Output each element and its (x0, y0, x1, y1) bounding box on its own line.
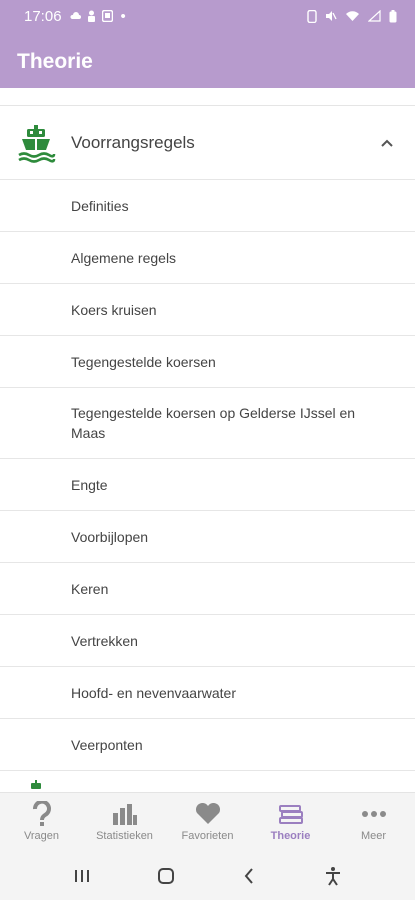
ship-icon (15, 122, 57, 164)
tab-vragen[interactable]: Vragen (0, 793, 83, 852)
bar-chart-icon (112, 801, 138, 827)
tab-statistieken[interactable]: Statistieken (83, 793, 166, 852)
notification-icons (69, 10, 113, 22)
mute-icon (326, 11, 337, 21)
chevron-up-icon[interactable] (367, 133, 407, 153)
next-section-icon-peek (31, 780, 41, 789)
books-icon (278, 801, 304, 827)
wifi-icon (346, 11, 359, 21)
battery-icon (389, 9, 397, 22)
system-nav-bar (0, 852, 415, 900)
vibrate-icon (307, 9, 317, 23)
status-bar: 17:06 • (0, 0, 415, 32)
status-right (307, 9, 397, 23)
list-item[interactable]: Tegengestelde koersen op Gelderse IJssel… (0, 388, 415, 459)
tab-label: Favorieten (181, 830, 234, 842)
list-item[interactable]: Tegengestelde koersen (0, 336, 415, 388)
list-item[interactable]: Veerponten (0, 719, 415, 771)
status-dot: • (120, 7, 126, 25)
section-label: Voorrangsregels (71, 132, 195, 152)
app-header: 17:06 • Theorie (0, 0, 415, 88)
recent-apps-button[interactable] (62, 868, 102, 884)
home-button[interactable] (146, 867, 186, 885)
theory-list[interactable]: Voorrangsregels Definities Algemene rege… (0, 88, 415, 792)
list-item[interactable]: Algemene regels (0, 232, 415, 284)
question-icon (32, 801, 52, 827)
section-items: Definities Algemene regels Koers kruisen… (0, 180, 415, 771)
app-notification-icon (101, 10, 113, 22)
list-item[interactable]: Engte (0, 459, 415, 511)
bottom-tab-bar: Vragen Statistieken Favorieten Theorie M… (0, 792, 415, 852)
tab-label: Vragen (23, 830, 60, 842)
list-item[interactable]: Keren (0, 563, 415, 615)
status-left: 17:06 • (24, 8, 126, 25)
heart-icon (195, 801, 221, 827)
tab-favorieten[interactable]: Favorieten (166, 793, 249, 852)
tab-label: Theorie (270, 830, 311, 842)
accessibility-button[interactable] (313, 866, 353, 886)
tab-meer[interactable]: Meer (332, 793, 415, 852)
tab-theorie[interactable]: Theorie (249, 793, 332, 852)
signal-icon (368, 10, 381, 22)
back-button[interactable] (229, 867, 269, 885)
tab-label: Meer (360, 830, 387, 842)
cloud-icon (69, 12, 81, 19)
tab-label: Statistieken (96, 830, 153, 842)
section-header-voorrangsregels[interactable]: Voorrangsregels (0, 106, 415, 180)
more-dots-icon (361, 801, 387, 827)
list-item[interactable]: Koers kruisen (0, 284, 415, 336)
person-icon (87, 10, 95, 22)
list-item[interactable]: Definities (0, 180, 415, 232)
status-time: 17:06 (24, 7, 62, 25)
page-title: Theorie (17, 50, 93, 73)
list-item[interactable]: Voorbijlopen (0, 511, 415, 563)
list-item[interactable]: Hoofd- en nevenvaarwater (0, 667, 415, 719)
list-item[interactable]: Vertrekken (0, 615, 415, 667)
